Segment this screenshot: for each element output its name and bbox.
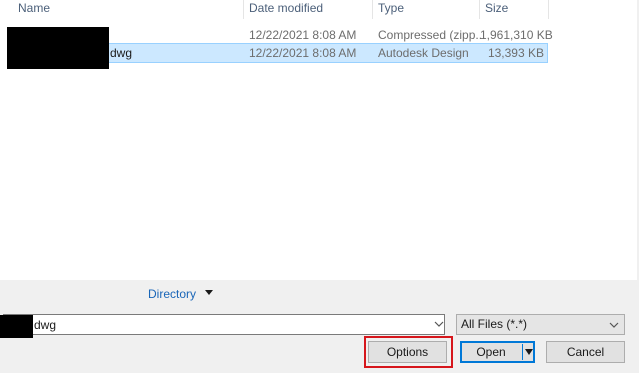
file-size: 1,961,310 KB [480,28,553,42]
filetype-select[interactable]: All Files (*.*) [456,314,625,335]
cancel-button[interactable]: Cancel [546,341,625,363]
file-date-modified: 12/22/2021 8:08 AM [249,28,357,42]
split-divider [522,344,523,360]
chevron-down-icon [609,322,619,328]
cancel-button-label: Cancel [566,345,605,359]
column-header-name[interactable]: Name [18,0,50,18]
file-list-pane: Name Date modified Type Size 12/22/2021 … [0,0,639,280]
file-type: Compressed (zipp... [378,28,486,42]
column-header-size[interactable]: Size [485,0,508,18]
open-button-label: Open [476,345,506,359]
chevron-down-icon[interactable] [433,317,445,332]
column-header-type[interactable]: Type [378,0,404,18]
file-type: Autodesk Design [378,46,469,60]
directory-link[interactable]: Directory [148,287,196,301]
column-separator[interactable] [243,0,244,19]
file-date-modified: 12/22/2021 8:08 AM [249,46,357,60]
redaction-block [0,315,33,338]
filename-input[interactable] [34,316,424,333]
file-name: dwg [110,46,133,60]
annotation-highlight-box [364,336,453,368]
dropdown-arrow-icon[interactable] [525,349,533,355]
column-separator[interactable] [548,0,549,19]
redaction-block [7,27,109,69]
column-separator[interactable] [479,0,480,19]
filename-combobox[interactable] [3,314,445,335]
filetype-selected: All Files (*.*) [461,317,528,331]
open-button[interactable]: Open [460,341,535,363]
dialog-controls: Directory All Files (*.*) Options Open C… [0,280,639,373]
file-size: 13,393 KB [487,46,544,60]
column-separator[interactable] [372,0,373,19]
chevron-down-icon[interactable] [205,290,213,295]
column-header-date-modified[interactable]: Date modified [249,0,323,18]
